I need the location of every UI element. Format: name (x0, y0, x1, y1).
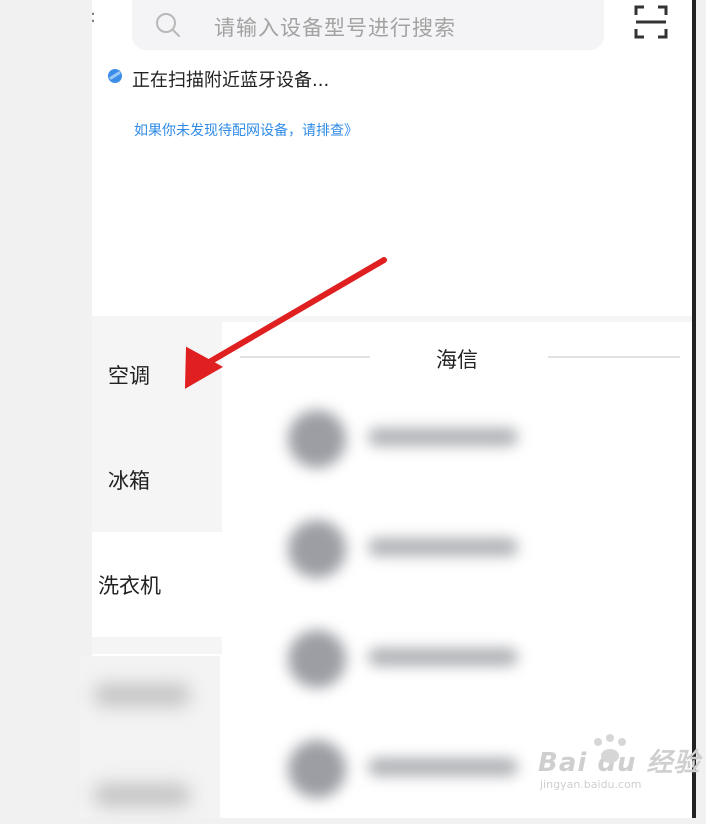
category-item-washer[interactable]: 洗衣机 (92, 532, 222, 637)
scan-icon[interactable] (634, 4, 668, 40)
category-item-fridge[interactable]: 冰箱 (92, 427, 222, 532)
category-item-aircon[interactable]: 空调 (92, 322, 222, 427)
brand-divider-right (548, 356, 680, 358)
device-name (368, 428, 518, 446)
device-item[interactable] (248, 494, 660, 604)
device-name (368, 538, 518, 556)
scan-status: 正在扫描附近蓝牙设备... (132, 70, 330, 91)
device-thumbnail (288, 520, 346, 578)
search-input[interactable]: 请输入设备型号进行搜索 (214, 12, 456, 42)
back-mark-icon[interactable]: : (90, 6, 96, 27)
device-thumbnail (288, 410, 346, 468)
left-margin (0, 0, 92, 818)
category-label: 冰箱 (108, 468, 150, 493)
watermark: Bai du 经验 jingyan.baidu.com (538, 734, 701, 791)
brand-divider-left (240, 356, 370, 358)
category-label: 洗衣机 (98, 573, 161, 598)
device-name (368, 758, 518, 776)
screen-border (692, 0, 696, 818)
device-item[interactable] (248, 384, 660, 494)
device-thumbnail (288, 630, 346, 688)
help-link[interactable]: 如果你未发现待配网设备，请排查》 (134, 120, 358, 140)
device-thumbnail (288, 740, 346, 798)
category-sidebar: 空调 冰箱 洗衣机 (92, 322, 222, 654)
blurred-category[interactable] (94, 784, 190, 806)
device-name (368, 648, 518, 666)
watermark-url: jingyan.baidu.com (540, 778, 642, 791)
search-bar[interactable]: 请输入设备型号进行搜索 (132, 0, 604, 50)
paw-logo-icon (594, 734, 626, 763)
bluetooth-icon (108, 69, 122, 83)
category-sidebar-more (80, 656, 220, 818)
search-icon (156, 13, 180, 37)
blurred-category[interactable] (94, 684, 190, 706)
device-item[interactable] (248, 604, 660, 714)
category-label: 空调 (108, 363, 150, 388)
brand-title: 海信 (436, 348, 478, 372)
